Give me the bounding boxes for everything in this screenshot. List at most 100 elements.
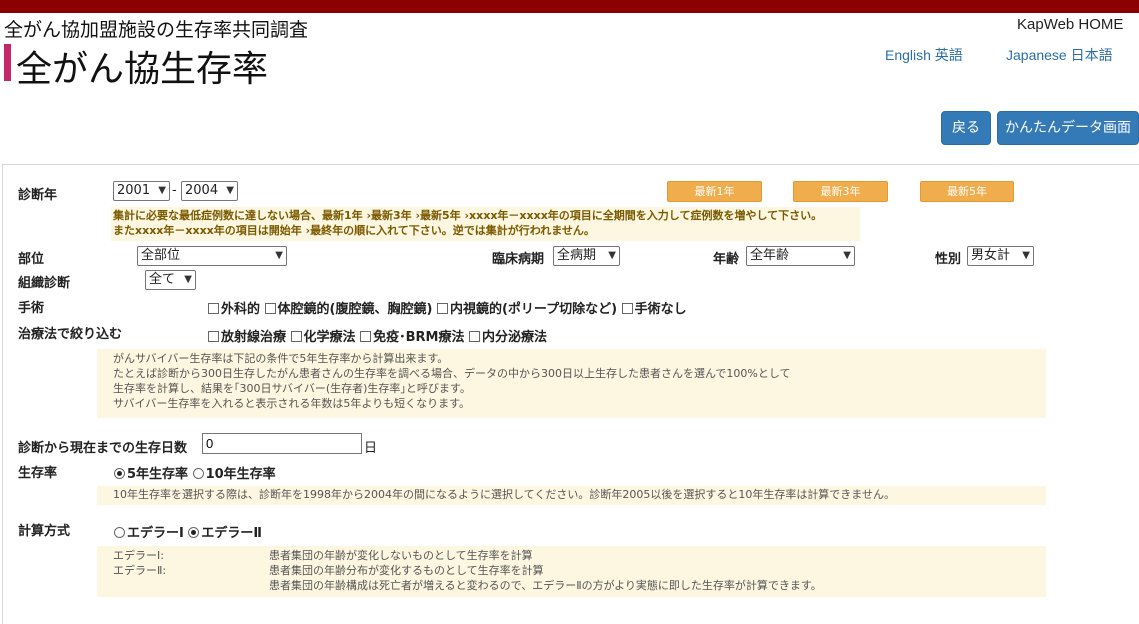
page-title: 全がん協生存率 [16, 49, 269, 90]
simple-view-button[interactable]: かんたんデータ画面 [997, 111, 1139, 145]
page-subtitle: 全がん協加盟施設の生存率共同調査 [4, 19, 309, 41]
surgery-options: 外科的 体腔鏡的(腹腔鏡、胸腔鏡) 内視鏡的(ポリープ切除など) 手術なし [208, 298, 687, 317]
method-note-desc: 患者集団の年齢構成は死亡者が増えると変わるので、エデラーⅡの方がより実態に即した… [269, 579, 822, 592]
rate-5year-radio[interactable]: 5年生存率 [114, 467, 188, 482]
therapy-chemo-label: 化学療法 [303, 330, 356, 345]
note-line: たとえば診断から300日生存したがん患者さんの生存率を調べる場合、データの中から… [113, 367, 791, 380]
sex-select[interactable]: 男女計 ▼ [967, 246, 1034, 266]
radio-icon [114, 527, 125, 538]
stage-label: 臨床病期 [492, 252, 545, 267]
surgery-open-checkbox[interactable]: 外科的 [208, 302, 260, 317]
recent-1-year-button[interactable]: 最新1年 [667, 181, 762, 202]
surgery-endoscopic-cavity-checkbox[interactable]: 体腔鏡的(腹腔鏡、胸腔鏡) [264, 302, 432, 317]
therapy-hormone-label: 内分泌療法 [481, 330, 547, 345]
chevron-down-icon: ▼ [1022, 250, 1030, 261]
method-note-row: エデラーⅡ: 患者集団の年齢分布が変化するものとして生存率を計算 [113, 563, 1030, 578]
stage-value: 全病期 [557, 248, 597, 263]
diag-year-to-value: 2004 [185, 183, 219, 198]
checkbox-icon [621, 303, 633, 314]
site-value: 全部位 [141, 248, 181, 263]
warning-line: またxxxx年－xxxx年の項目は開始年 ›最終年の順に入れて下さい。逆では集計… [113, 224, 595, 237]
rate-10year-radio[interactable]: 10年生存率 [192, 467, 276, 482]
radio-selected-icon [114, 468, 125, 479]
english-link[interactable]: English 英語 [885, 45, 963, 65]
chevron-down-icon: ▼ [226, 185, 234, 196]
method-note-row: 患者集団の年齢構成は死亡者が増えると変わるので、エデラーⅡの方がより実態に即した… [113, 578, 1030, 593]
japanese-link[interactable]: Japanese 日本語 [1006, 45, 1113, 65]
recent-3-year-button[interactable]: 最新3年 [793, 181, 888, 202]
therapy-chemo-checkbox[interactable]: 化学療法 [290, 330, 356, 345]
radio-icon [192, 468, 204, 479]
sex-value: 男女計 [971, 248, 1011, 263]
method-note-term: エデラーⅡ: [113, 564, 167, 577]
method-ederer2-radio[interactable]: エデラーⅡ [188, 526, 262, 541]
sex-label: 性別 [935, 252, 962, 267]
checkbox-icon [208, 331, 219, 342]
diag-year-label: 診断年 [18, 188, 58, 203]
survival-days-label: 診断から現在までの生存日数 [18, 441, 188, 456]
diag-year-from-select[interactable]: 2001 ▼ [113, 181, 170, 201]
chevron-down-icon: ▼ [158, 185, 166, 196]
therapy-options: 放射線治療 化学療法 免疫･BRM療法 内分泌療法 [208, 326, 547, 345]
surgery-endoscopic-checkbox[interactable]: 内視鏡的(ポリープ切除など) [436, 302, 618, 317]
diag-year-from-value: 2001 [117, 183, 151, 198]
rate-note: 10年生存率を選択する際は、診断年を1998年から2004年の間になるように選択… [97, 486, 1046, 505]
chevron-down-icon: ▼ [608, 250, 616, 261]
diag-year-to-select[interactable]: 2004 ▼ [181, 181, 238, 201]
year-range-separator: - [172, 183, 177, 198]
checkbox-icon [208, 303, 219, 314]
therapy-hormone-checkbox[interactable]: 内分泌療法 [468, 330, 547, 345]
note-line: 生存率を計算し、結果を｢300日サバイバー(生存者)生存率｣と呼びます。 [113, 382, 471, 395]
site-select[interactable]: 全部位 ▼ [137, 246, 287, 266]
method-label: 計算方式 [18, 524, 71, 539]
therapy-radiation-label: 放射線治療 [221, 330, 287, 345]
chevron-down-icon: ▼ [184, 274, 192, 285]
chevron-down-icon: ▼ [843, 250, 851, 261]
checkbox-icon [468, 331, 480, 342]
top-color-bar [0, 0, 1139, 13]
therapy-label: 治療法で絞り込む [18, 327, 123, 342]
rate-label: 生存率 [18, 466, 58, 481]
surgery-open-label: 外科的 [221, 302, 261, 317]
recent-5-year-button[interactable]: 最新5年 [920, 181, 1014, 202]
rate-10year-label: 10年生存率 [205, 467, 276, 482]
method-options: エデラーⅠ エデラーⅡ [114, 522, 262, 541]
histology-select[interactable]: 全て ▼ [145, 270, 196, 290]
kapweb-home-link[interactable]: KapWeb HOME [1017, 16, 1123, 33]
method-ederer1-radio[interactable]: エデラーⅠ [114, 526, 184, 541]
age-value: 全年齢 [750, 248, 790, 263]
age-label: 年齢 [713, 252, 740, 267]
radio-selected-icon [188, 527, 200, 538]
histology-label: 組織診断 [18, 276, 71, 291]
therapy-immuno-label: 免疫･BRM療法 [373, 330, 465, 345]
diag-year-warning: 集計に必要な最低症例数に達しない場合、最新1年 ›最新3年 ›最新5年 ›xxx… [111, 207, 860, 241]
surgery-none-label: 手術なし [634, 302, 687, 317]
method-note-row: エデラーⅠ: 患者集団の年齢が変化しないものとして生存率を計算 [113, 548, 1030, 563]
checkbox-icon [290, 331, 302, 342]
survival-days-unit: 日 [364, 441, 378, 456]
survival-days-input[interactable] [202, 433, 362, 454]
site-label: 部位 [18, 252, 45, 267]
method-note-desc: 患者集団の年齢が変化しないものとして生存率を計算 [269, 549, 533, 562]
survivor-note: がんサバイバー生存率は下記の条件で5年生存率から計算出来ます。 たとえば診断から… [97, 349, 1046, 418]
title-accent-bar [4, 44, 11, 81]
therapy-immuno-checkbox[interactable]: 免疫･BRM療法 [360, 330, 464, 345]
note-line: がんサバイバー生存率は下記の条件で5年生存率から計算出来ます。 [113, 352, 449, 365]
surgery-none-checkbox[interactable]: 手術なし [621, 302, 687, 317]
therapy-radiation-checkbox[interactable]: 放射線治療 [208, 330, 286, 345]
surgery-label: 手術 [18, 301, 45, 316]
method-note-term: エデラーⅠ: [113, 549, 164, 562]
note-line: サバイバー生存率を入れると表示される年数は5年よりも短くなります。 [113, 397, 471, 410]
stage-select[interactable]: 全病期 ▼ [553, 246, 620, 266]
back-button[interactable]: 戻る [941, 111, 991, 145]
warning-line: 集計に必要な最低症例数に達しない場合、最新1年 ›最新3年 ›最新5年 ›xxx… [113, 209, 823, 222]
age-select[interactable]: 全年齢 ▼ [746, 246, 855, 266]
rate-5year-label: 5年生存率 [127, 467, 189, 482]
chevron-down-icon: ▼ [275, 250, 283, 261]
checkbox-icon [436, 303, 448, 314]
histology-value: 全て [149, 272, 176, 287]
method-ederer2-label: エデラーⅡ [201, 526, 262, 541]
surgery-endoscopic-label: 内視鏡的(ポリープ切除など) [449, 302, 618, 317]
method-note: エデラーⅠ: 患者集団の年齢が変化しないものとして生存率を計算 エデラーⅡ: 患者集… [97, 546, 1046, 597]
method-ederer1-label: エデラーⅠ [127, 526, 184, 541]
